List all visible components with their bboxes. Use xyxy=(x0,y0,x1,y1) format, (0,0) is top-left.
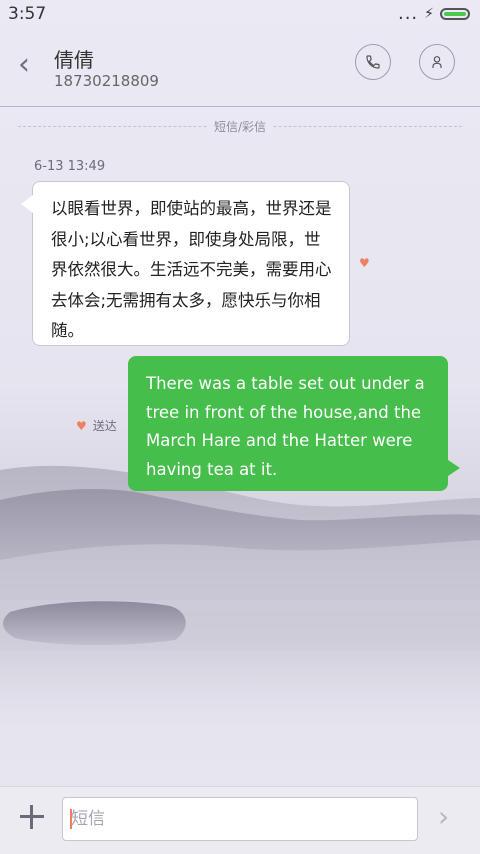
message-timestamp: 6-13 13:49 xyxy=(34,159,106,174)
bubble-tail xyxy=(448,460,460,476)
back-icon[interactable]: ‹ xyxy=(18,50,38,82)
conversation-header: ‹ 倩倩 18730218809 xyxy=(0,28,480,107)
phone-icon xyxy=(366,55,380,69)
contact-info-button[interactable] xyxy=(419,44,455,80)
text-caret xyxy=(70,809,72,829)
delivery-status-text: 送达 xyxy=(92,419,117,433)
channel-label: 短信/彩信 xyxy=(207,120,273,134)
charging-icon: ⚡ xyxy=(424,6,434,22)
bubble-tail xyxy=(21,195,33,213)
channel-divider: 短信/彩信 xyxy=(18,118,462,134)
status-time: 3:57 xyxy=(8,4,47,24)
compose-bar: › xyxy=(0,786,480,854)
status-icons: ... ⚡ xyxy=(397,3,470,24)
outgoing-message-text: There was a table set out under a tree i… xyxy=(146,374,425,479)
battery-icon xyxy=(440,8,470,20)
plus-icon[interactable] xyxy=(20,805,44,829)
person-icon xyxy=(432,56,442,68)
outgoing-message-bubble[interactable]: There was a table set out under a tree i… xyxy=(128,356,460,491)
signal-dots-icon: ... xyxy=(397,3,419,24)
heart-icon: ♥ xyxy=(359,256,370,270)
contact-number: 18730218809 xyxy=(54,72,159,90)
call-button[interactable] xyxy=(355,44,391,80)
status-bar: 3:57 ... ⚡ xyxy=(0,0,480,28)
heart-icon: ♥ xyxy=(76,419,87,433)
incoming-message-text: 以眼看世界，即使站的最高，世界还是很小;以心看世界，即使身处局限，世界依然很大。… xyxy=(51,199,332,340)
delivery-status: ♥ 送达 xyxy=(76,417,117,434)
contact-name: 倩倩 xyxy=(54,48,94,72)
chevron-right-icon[interactable]: › xyxy=(438,803,449,831)
incoming-message-bubble[interactable]: 以眼看世界，即使站的最高，世界还是很小;以心看世界，即使身处局限，世界依然很大。… xyxy=(21,181,350,346)
message-input[interactable] xyxy=(62,797,418,841)
